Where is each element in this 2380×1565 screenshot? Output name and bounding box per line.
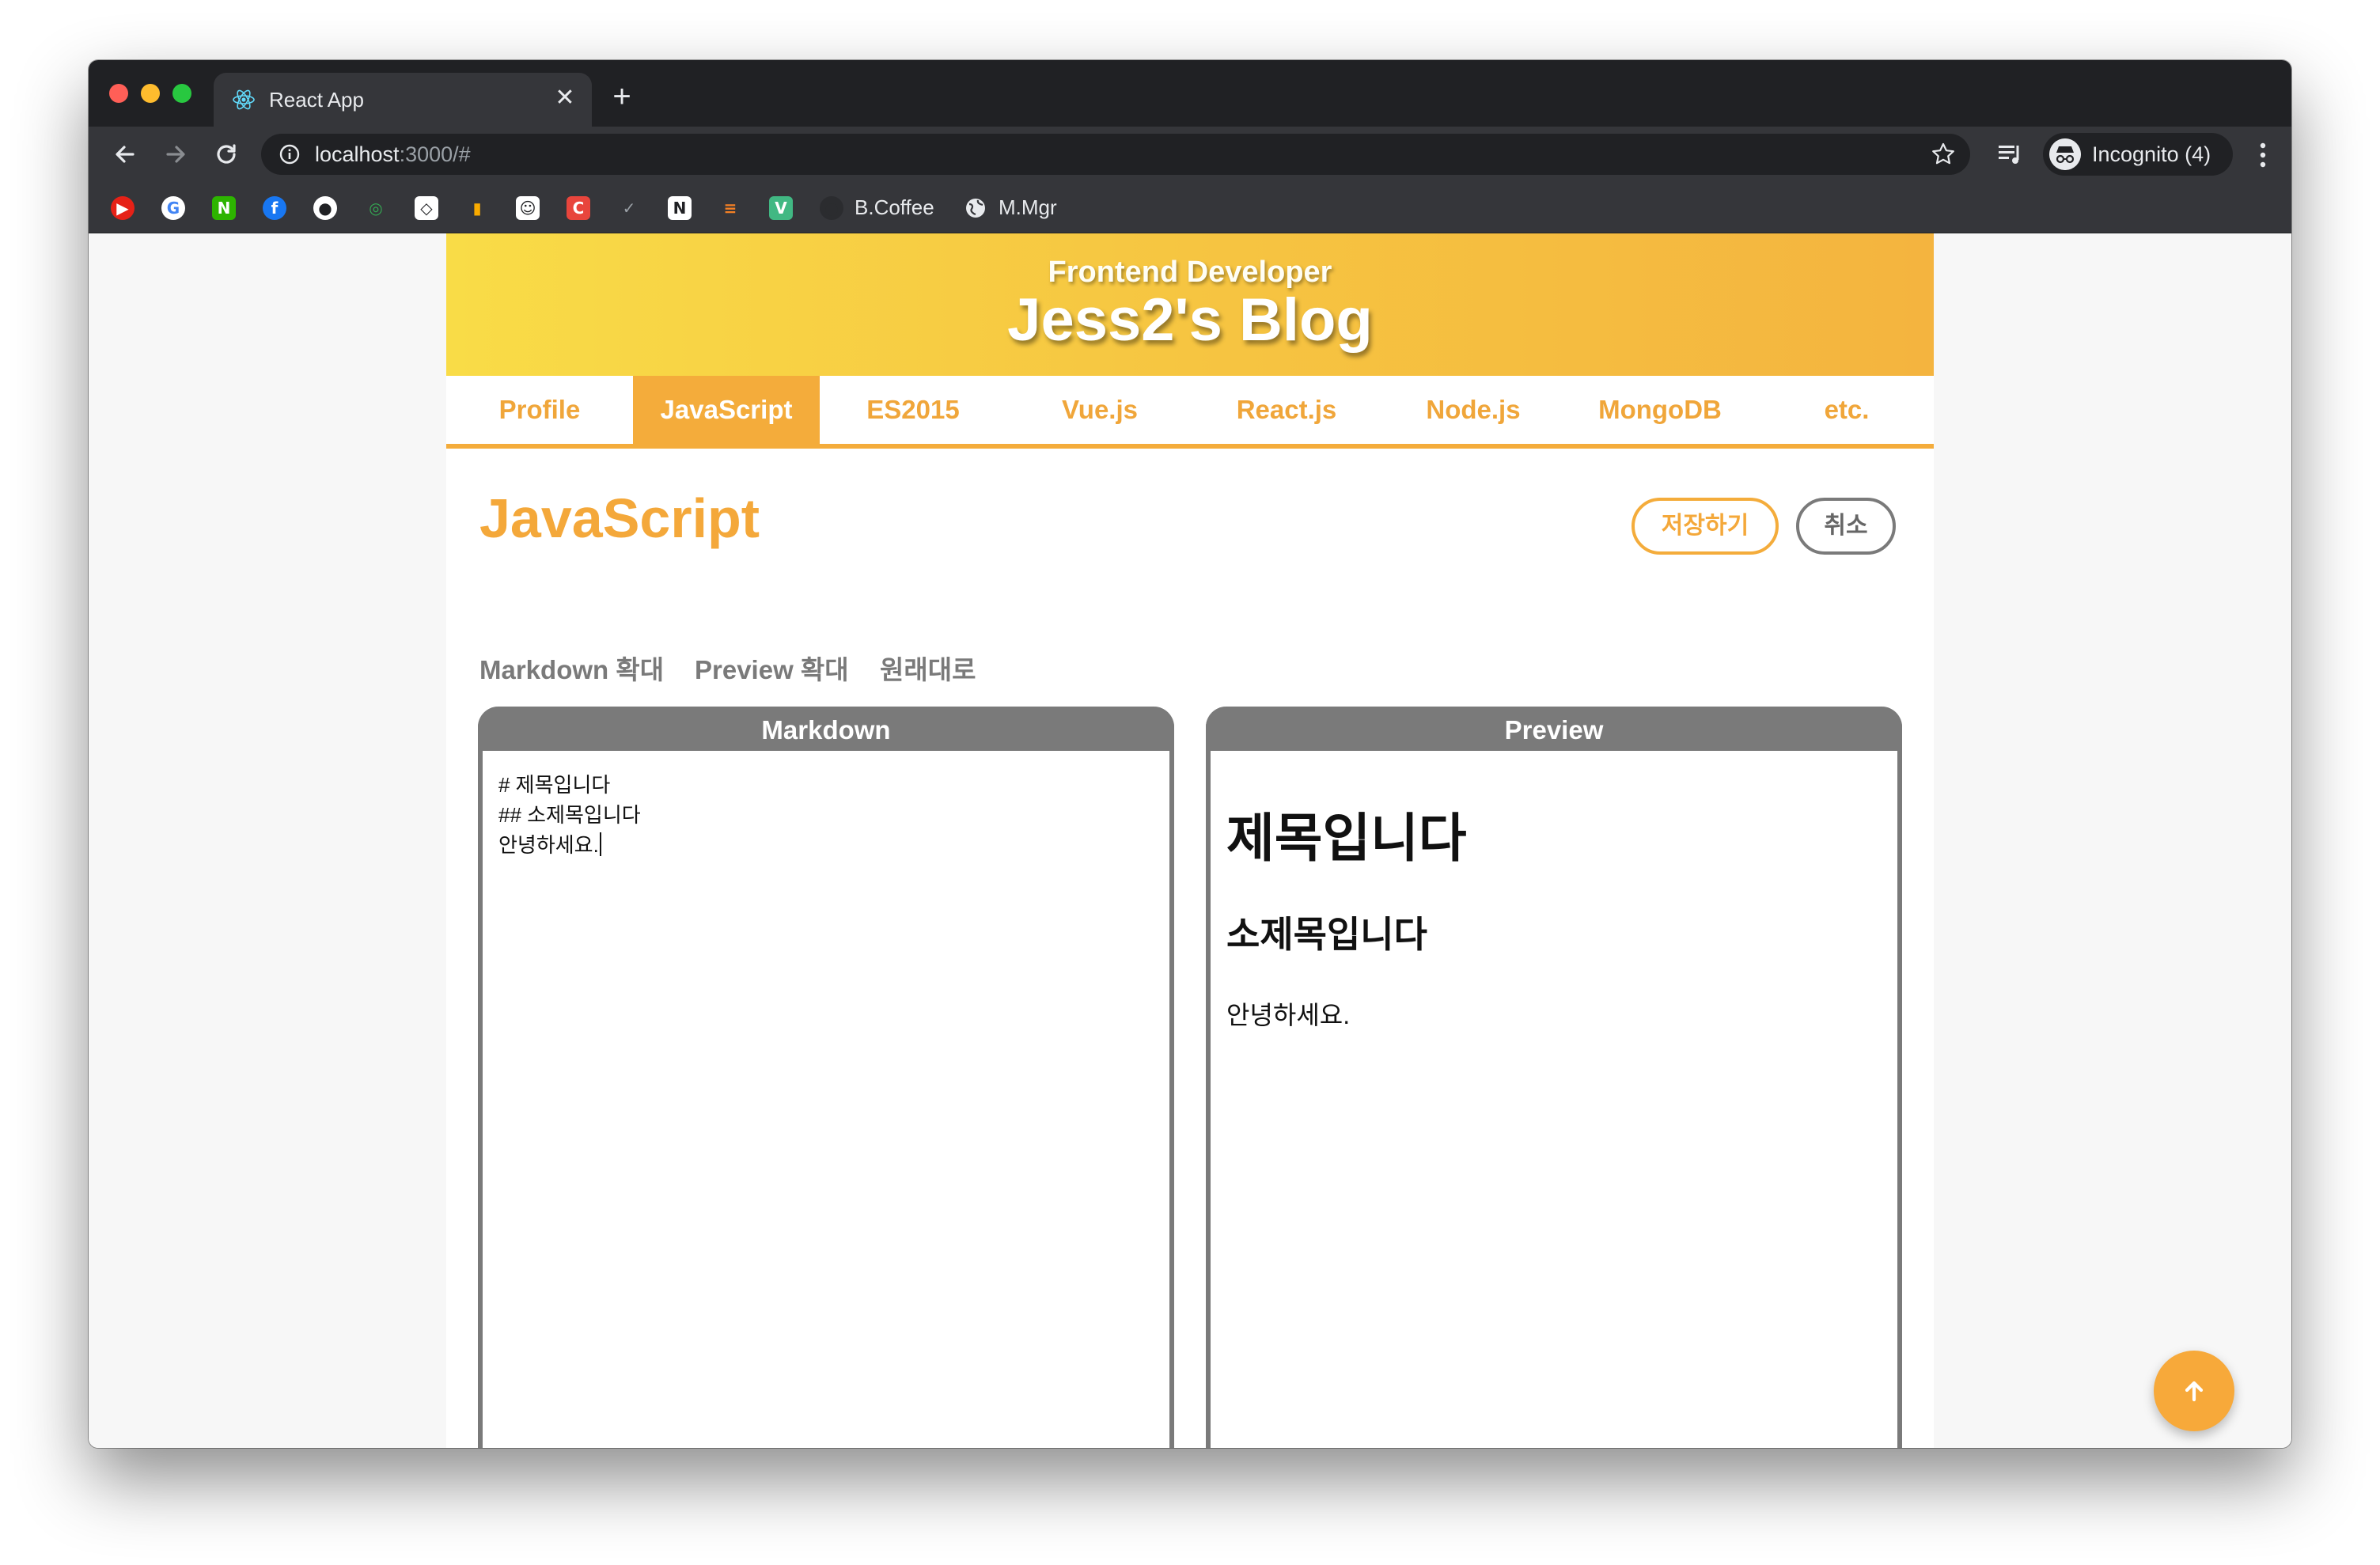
tab-nodejs[interactable]: Node.js — [1380, 376, 1567, 444]
react-icon — [233, 89, 255, 110]
blog-subtitle: Frontend Developer — [1048, 256, 1332, 289]
expand-preview-button[interactable]: Preview 확대 — [695, 654, 849, 686]
markdown-editor[interactable]: # 제목입니다 ## 소제목입니다 안녕하세요. — [498, 770, 1155, 1448]
markdown-panel: Markdown # 제목입니다 ## 소제목입니다 안녕하세요. — [478, 707, 1174, 1448]
tab-title: React App — [269, 88, 364, 112]
tab-vuejs[interactable]: Vue.js — [1006, 376, 1193, 444]
google-icon[interactable]: G — [161, 196, 185, 220]
blog-header: Frontend Developer Jess2's Blog — [446, 233, 1934, 376]
close-window-button[interactable] — [109, 84, 128, 103]
c-icon[interactable]: C — [567, 196, 590, 220]
zoom-window-button[interactable] — [172, 84, 191, 103]
restore-layout-button[interactable]: 원래대로 — [880, 654, 976, 686]
page-title: JavaScript — [479, 487, 760, 549]
preview-paragraph: 안녕하세요. — [1226, 1001, 1351, 1029]
close-icon[interactable]: ✕ — [551, 84, 579, 112]
star-icon[interactable] — [1931, 142, 1956, 167]
portrait-icon[interactable]: ☺ — [516, 196, 540, 220]
naver-icon[interactable]: N — [212, 196, 236, 220]
globe-icon — [966, 199, 985, 218]
url-text: localhost:3000/# — [315, 142, 471, 166]
info-icon[interactable] — [279, 143, 301, 165]
tab-etc[interactable]: etc. — [1753, 376, 1940, 444]
tab-strip: React App ✕ + — [89, 60, 2291, 127]
browser-window: React App ✕ + localhost:3000/# Incognito… — [89, 60, 2291, 1448]
cancel-button[interactable]: 취소 — [1796, 498, 1896, 555]
blog-page: Frontend Developer Jess2's Blog Profile … — [446, 233, 1934, 1448]
codepen-icon[interactable]: ◇ — [415, 196, 438, 220]
tab-javascript[interactable]: JavaScript — [633, 376, 820, 444]
tab-profile[interactable]: Profile — [446, 376, 633, 444]
media-control-icon[interactable] — [1995, 139, 2026, 169]
markdown-line: ## 소제목입니다 — [498, 803, 641, 827]
blog-title[interactable]: Jess2's Blog — [446, 286, 1934, 354]
preview-heading-2: 소제목입니다 — [1226, 914, 1427, 955]
check-icon[interactable]: ✓ — [617, 196, 641, 220]
markdown-line: # 제목입니다 — [498, 773, 611, 797]
tab-reactjs[interactable]: React.js — [1193, 376, 1380, 444]
vue-icon[interactable]: V — [769, 196, 793, 220]
more-menu-icon[interactable] — [2250, 139, 2276, 171]
markdown-panel-header: Markdown — [478, 707, 1174, 751]
coffee-icon[interactable]: ● — [820, 196, 843, 220]
preview-heading-1: 제목입니다 — [1226, 809, 1467, 867]
notion-icon[interactable]: N — [668, 196, 692, 220]
youtube-icon[interactable]: ▶ — [111, 196, 135, 220]
scroll-to-top-button[interactable] — [2154, 1351, 2234, 1431]
reload-icon[interactable] — [210, 138, 242, 170]
minimize-window-button[interactable] — [141, 84, 160, 103]
page-viewport: Frontend Developer Jess2's Blog Profile … — [89, 233, 2291, 1448]
incognito-label: Incognito (4) — [2092, 142, 2211, 166]
plus-icon[interactable]: + — [606, 81, 638, 112]
tab-mongodb[interactable]: MongoDB — [1567, 376, 1753, 444]
text-caret — [599, 832, 601, 856]
markdown-line: 안녕하세요. — [498, 833, 599, 857]
search-icon[interactable]: ◎ — [364, 196, 388, 220]
forward-arrow-icon[interactable] — [160, 138, 191, 170]
incognito-profile-button[interactable]: Incognito (4) — [2043, 133, 2233, 176]
address-bar[interactable]: localhost:3000/# — [261, 134, 1970, 175]
preview-panel-header: Preview — [1206, 707, 1902, 751]
expand-markdown-button[interactable]: Markdown 확대 — [479, 654, 664, 686]
back-arrow-icon[interactable] — [109, 138, 141, 170]
tab-es2015[interactable]: ES2015 — [820, 376, 1006, 444]
preview-panel: Preview 제목입니다 소제목입니다 안녕하세요. — [1206, 707, 1902, 1448]
category-nav: Profile JavaScript ES2015 Vue.js React.j… — [446, 376, 1934, 449]
incognito-icon — [2049, 138, 2081, 170]
facebook-icon[interactable]: f — [263, 196, 286, 220]
bookmarks-bar: ▶ G N f ● ◎ ◇ ▮ ☺ C ✓ N ≡ V ● B.Coffee M… — [89, 182, 2291, 233]
bookmark-mmgr[interactable]: M.Mgr — [999, 193, 1057, 222]
bookmark-bcoffee[interactable]: B.Coffee — [855, 193, 934, 222]
analytics-icon[interactable]: ▮ — [465, 196, 489, 220]
stack-icon[interactable]: ≡ — [718, 196, 742, 220]
github-icon[interactable]: ● — [313, 196, 337, 220]
save-button[interactable]: 저장하기 — [1632, 498, 1779, 555]
browser-tab[interactable]: React App ✕ — [214, 73, 592, 127]
browser-toolbar: localhost:3000/# Incognito (4) — [89, 127, 2291, 182]
arrow-up-icon — [2185, 1381, 2204, 1402]
